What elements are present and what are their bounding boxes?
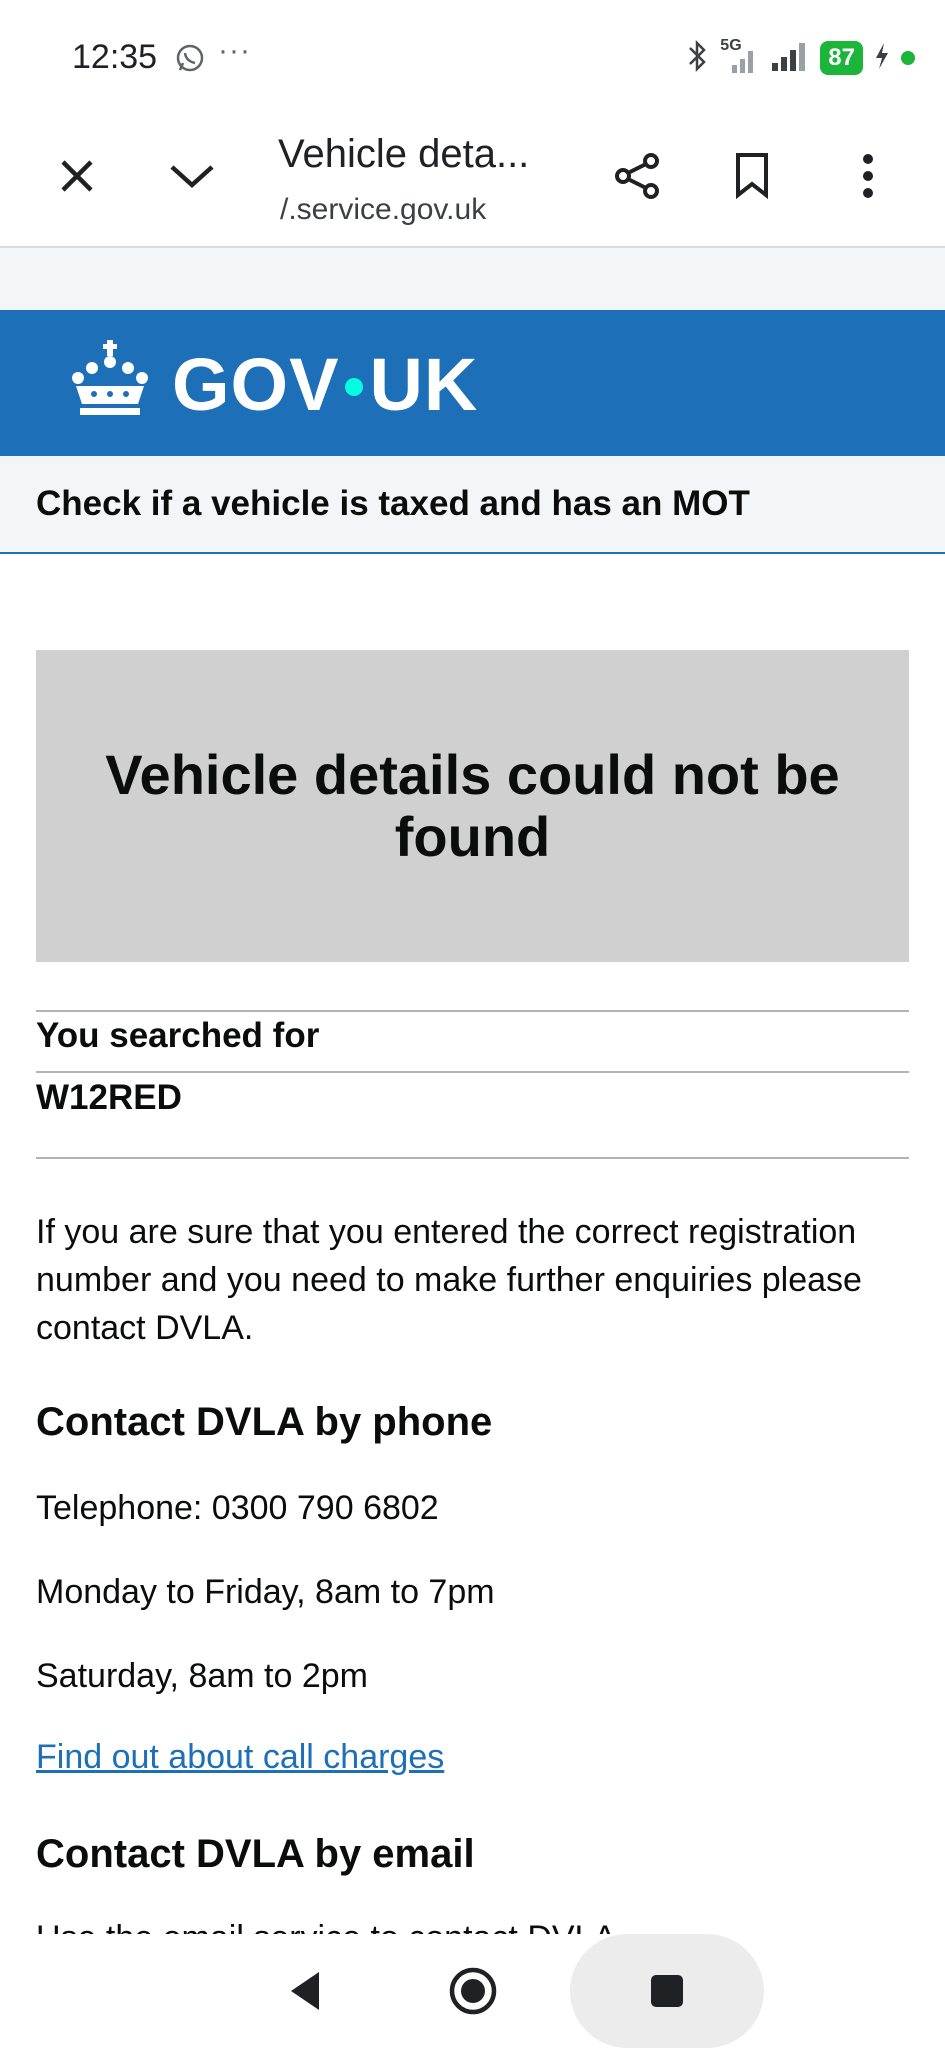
summary-value: W12RED	[36, 1078, 182, 1117]
panel-title: Vehicle details could not be found	[105, 743, 840, 868]
signal-5g-icon: 5G	[720, 37, 760, 75]
status-indicators: 5G 87	[686, 37, 915, 78]
email-heading: Contact DVLA by email	[36, 1832, 475, 1876]
bookmark-icon	[736, 153, 768, 200]
status-bar: 12:35 ··· 5G 87	[0, 0, 945, 118]
more-options-button[interactable]	[838, 146, 898, 206]
call-charges-link[interactable]: Find out about call charges	[36, 1738, 444, 1777]
more-notifications-icon: ···	[218, 34, 251, 67]
intro-paragraph: If you are sure that you entered the cor…	[36, 1213, 862, 1347]
bookmark-button[interactable]	[722, 146, 782, 206]
privacy-indicator-dot	[901, 51, 915, 65]
service-navigation: Check if a vehicle is taxed and has an M…	[0, 456, 945, 554]
more-vert-icon	[863, 154, 873, 198]
chevron-down-icon	[170, 165, 214, 189]
govuk-header: GOV UK	[0, 310, 945, 456]
back-button[interactable]	[250, 1934, 360, 2048]
summary-bottom-divider	[36, 1157, 909, 1159]
crown-icon	[72, 340, 148, 415]
saturday-hours-text: Saturday, 8am to 2pm	[36, 1657, 368, 1695]
share-icon	[615, 153, 659, 199]
charging-icon	[873, 41, 891, 76]
service-name-link[interactable]: Check if a vehicle is taxed and has an M…	[36, 484, 750, 524]
tab-title[interactable]: Vehicle deta...	[278, 132, 529, 177]
home-button[interactable]	[418, 1934, 528, 2048]
share-button[interactable]	[608, 146, 668, 206]
recents-square-icon	[651, 1975, 683, 2007]
bluetooth-icon	[686, 39, 710, 78]
govuk-logo[interactable]: GOV UK	[172, 342, 478, 427]
battery-indicator: 87	[820, 41, 863, 75]
summary-top-divider	[36, 1010, 909, 1012]
tab-url[interactable]: /.service.gov.uk	[280, 193, 486, 227]
home-circle-icon	[449, 1967, 497, 2015]
close-icon	[61, 160, 93, 192]
page-top-strip	[0, 248, 945, 310]
minimize-button[interactable]	[162, 146, 222, 206]
summary-middle-divider	[36, 1071, 909, 1073]
govuk-logo-dot	[345, 377, 364, 396]
browser-toolbar: Vehicle deta... /.service.gov.uk	[0, 118, 945, 248]
back-triangle-icon	[291, 1972, 319, 2010]
summary-key: You searched for	[36, 1016, 320, 1055]
phone-heading: Contact DVLA by phone	[36, 1400, 493, 1444]
signal-icon	[770, 39, 810, 78]
whatsapp-icon	[174, 42, 206, 74]
telephone-text: Telephone: 0300 790 6802	[36, 1489, 439, 1527]
govuk-logo-right: UK	[369, 343, 479, 426]
close-tab-button[interactable]	[47, 146, 107, 206]
result-panel: Vehicle details could not be found	[36, 650, 909, 962]
recents-button[interactable]	[612, 1934, 722, 2048]
status-time: 12:35	[72, 38, 158, 76]
weekday-hours-text: Monday to Friday, 8am to 7pm	[36, 1573, 495, 1611]
govuk-logo-left: GOV	[172, 343, 340, 426]
page: 12:35 ··· 5G 87 Vehicle deta... /.servic…	[0, 0, 945, 2048]
